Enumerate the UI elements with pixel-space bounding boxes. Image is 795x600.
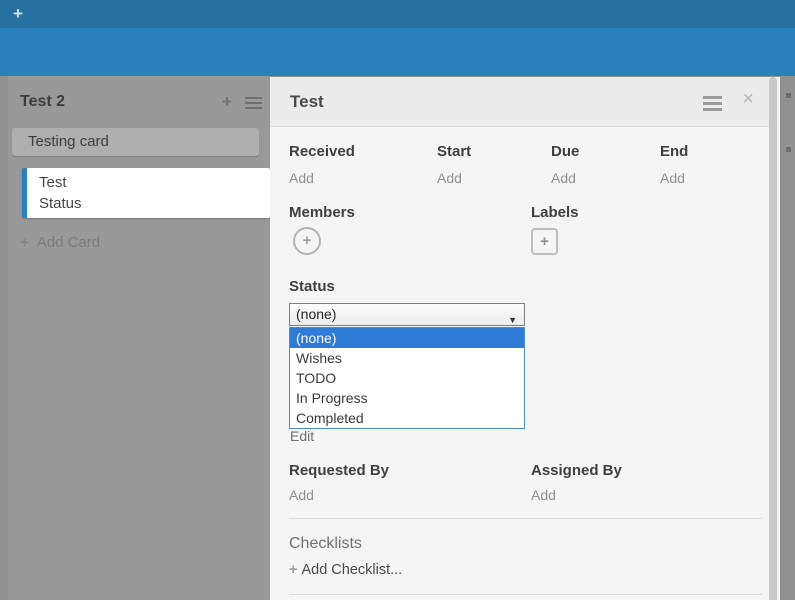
close-icon[interactable]: × [742, 88, 754, 111]
plus-icon: + [289, 562, 297, 578]
start-label: Start [437, 143, 471, 160]
divider [289, 518, 762, 519]
scrollbar-thumb[interactable] [769, 77, 777, 600]
card-detail-header: Test × [270, 77, 780, 127]
list-header: Test 2 + [8, 76, 270, 120]
add-checklist-label: Add Checklist... [301, 562, 402, 578]
status-option-wishes[interactable]: Wishes [290, 348, 524, 368]
list-test-2: Test 2 + Testing card Test Status + Add C… [8, 76, 270, 600]
checklists-label: Checklists [289, 535, 362, 553]
status-dropdown-list: (none) Wishes TODO In Progress Completed [289, 327, 525, 429]
panel-scrollbar[interactable] [769, 77, 780, 600]
end-add-link[interactable]: Add [660, 170, 685, 186]
due-add-link[interactable]: Add [551, 170, 576, 186]
add-member-button[interactable]: + [293, 227, 321, 255]
status-option-none[interactable]: (none) [290, 328, 524, 348]
received-label: Received [289, 143, 355, 160]
top-navbar: + [0, 0, 795, 28]
background-fragment [786, 147, 791, 152]
list-add-card-icon[interactable]: + [222, 92, 232, 112]
card-menu-icon[interactable] [703, 96, 722, 114]
assigned-by-add-link[interactable]: Add [531, 487, 556, 503]
background-fragment [786, 93, 791, 98]
card-detail-panel: Test × Received Start Due End Add Add Ad… [270, 77, 780, 600]
add-board-icon[interactable]: + [13, 4, 23, 24]
requested-by-label: Requested By [289, 462, 389, 479]
status-selected-value: (none) [296, 306, 336, 322]
add-card-label: Add Card [37, 234, 100, 251]
status-label: Status [289, 278, 335, 295]
due-label: Due [551, 143, 579, 160]
add-checklist-button[interactable]: +Add Checklist... [289, 562, 402, 578]
labels-label: Labels [531, 204, 579, 221]
board-header-bar [0, 28, 795, 76]
start-add-link[interactable]: Add [437, 170, 462, 186]
list-menu-icon[interactable] [245, 97, 262, 112]
status-option-completed[interactable]: Completed [290, 408, 524, 428]
end-label: End [660, 143, 688, 160]
received-add-link[interactable]: Add [289, 170, 314, 186]
app-root: + Test 2 + Testing card Test Status +Add… [0, 0, 795, 600]
minicard-line-1: Test [39, 172, 270, 193]
members-label: Members [289, 204, 355, 221]
requested-by-add-link[interactable]: Add [289, 487, 314, 503]
minicard-test-active[interactable]: Test Status [22, 168, 270, 218]
status-option-in-progress[interactable]: In Progress [290, 388, 524, 408]
status-option-todo[interactable]: TODO [290, 368, 524, 388]
plus-icon: + [20, 234, 29, 251]
add-card-button[interactable]: + Add Card [20, 234, 100, 251]
add-label-button[interactable]: + [531, 228, 558, 255]
status-select[interactable]: (none) ▼ [289, 303, 525, 326]
status-edit-link[interactable]: Edit [290, 428, 314, 444]
divider [289, 594, 762, 595]
minicard-line-2: Status [39, 193, 270, 214]
list-title: Test 2 [20, 93, 65, 111]
card-title: Test [290, 92, 324, 112]
assigned-by-label: Assigned By [531, 462, 622, 479]
minicard-testing-card[interactable]: Testing card [12, 128, 259, 156]
